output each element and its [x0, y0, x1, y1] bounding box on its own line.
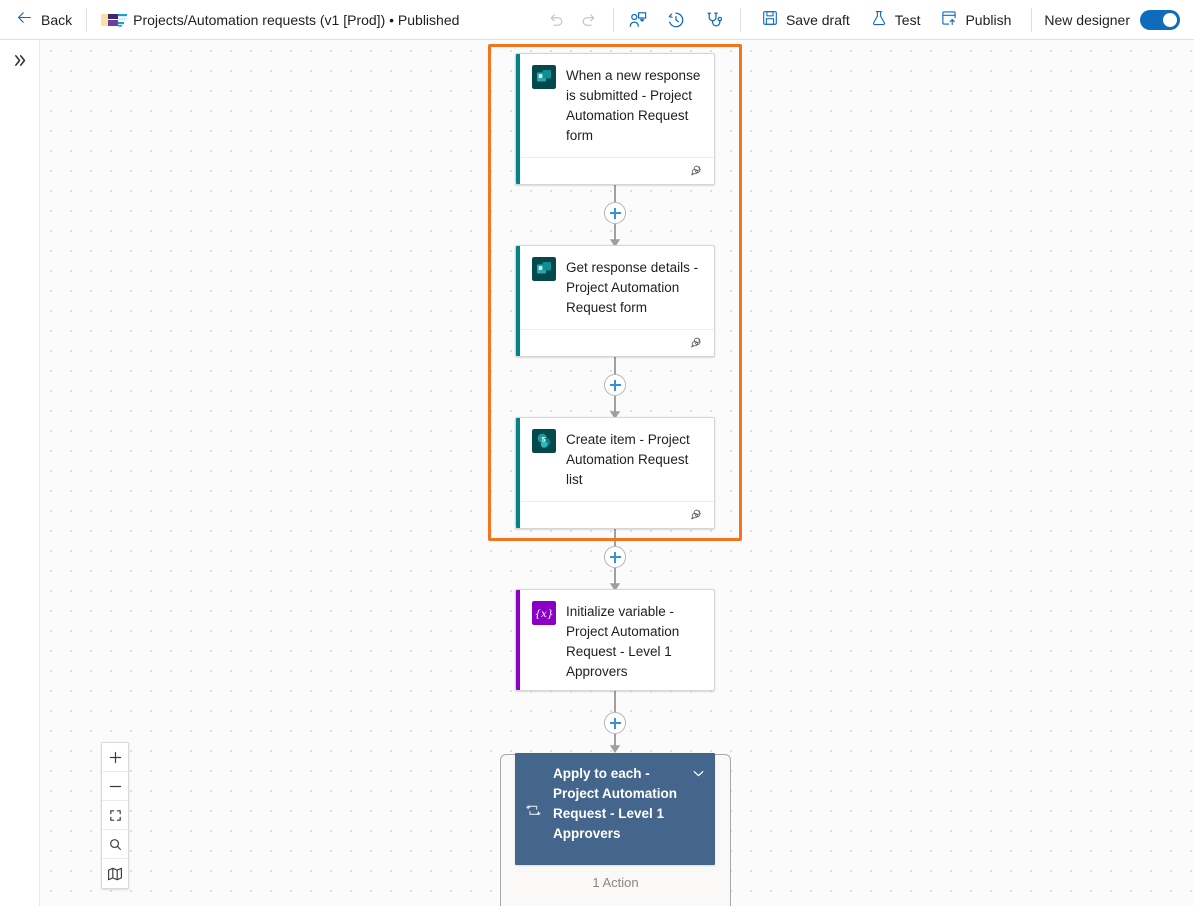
fit-screen-icon [109, 809, 121, 821]
publish-button[interactable]: Publish [930, 4, 1021, 36]
flow-canvas[interactable]: When a new response is submitted - Proje… [40, 40, 1194, 906]
back-button[interactable]: Back [0, 0, 86, 40]
toolbar-divider-2 [612, 7, 614, 32]
chevron-down-icon[interactable] [691, 766, 707, 786]
scope-action-count: 1 Action [592, 875, 639, 890]
save-icon [761, 9, 779, 30]
add-step-button-4[interactable] [604, 712, 626, 734]
back-arrow-icon [16, 9, 33, 31]
variable-icon: {x} [532, 601, 556, 625]
flow-title-text: Projects/Automation requests (v1 [Prod])… [133, 11, 460, 28]
back-button-label: Back [41, 11, 73, 28]
new-designer-label: New designer [1044, 11, 1130, 28]
sharepoint-icon: S [532, 429, 556, 453]
map-icon [108, 867, 122, 880]
publish-icon [940, 9, 958, 30]
flask-icon [870, 9, 888, 30]
microsoft-forms-icon [532, 65, 556, 89]
redo-icon [583, 14, 595, 26]
top-command-bar: Back Projects/Automation requests (v1 [P… [0, 0, 1194, 40]
node-footer [520, 157, 714, 184]
node-title: When a new response is submitted - Proje… [566, 68, 701, 143]
minus-icon [109, 785, 121, 787]
toggle-knob [1163, 12, 1177, 27]
minimap-button[interactable] [102, 859, 128, 888]
comment-icon[interactable] [689, 164, 704, 179]
node-title: Create item - Project Automation Request… [566, 432, 690, 487]
node-title: Initialize variable - Project Automation… [566, 604, 680, 679]
svg-text:S: S [541, 435, 546, 443]
undo-redo-group [541, 4, 605, 36]
plus-icon [109, 751, 121, 763]
node-footer [520, 501, 714, 528]
connector-arrow [609, 745, 621, 753]
assign-run-icon [629, 11, 647, 27]
test-button[interactable]: Test [860, 4, 931, 36]
assign-run-button[interactable] [622, 4, 654, 36]
fit-to-screen-button[interactable] [102, 801, 128, 830]
run-history-button[interactable] [660, 4, 692, 36]
flow-node-get-response-details[interactable]: Get response details - Project Automatio… [515, 245, 715, 357]
add-step-button-1[interactable] [604, 202, 626, 224]
zoom-out-button[interactable] [102, 772, 128, 801]
save-draft-label: Save draft [785, 11, 850, 28]
loop-icon [525, 802, 545, 824]
flow-node-initialize-variable[interactable]: {x} Initialize variable - Project Automa… [515, 589, 715, 691]
new-designer-toggle[interactable] [1140, 9, 1180, 30]
flow-type-icon [101, 13, 128, 27]
add-step-button-2[interactable] [604, 374, 626, 396]
undo-icon [551, 14, 563, 26]
comment-icon[interactable] [689, 336, 704, 351]
double-chevron-right-icon [14, 54, 25, 66]
microsoft-forms-icon [532, 257, 556, 281]
expand-panel-button[interactable] [0, 40, 40, 80]
toolbar-divider-3 [739, 7, 741, 32]
magnifier-icon [109, 838, 121, 850]
zoom-in-button[interactable] [102, 743, 128, 772]
add-step-button-3[interactable] [604, 546, 626, 568]
flow-title: Projects/Automation requests (v1 [Prod])… [87, 12, 459, 28]
save-draft-button[interactable]: Save draft [751, 4, 860, 36]
scope-title: Apply to each - Project Automation Reque… [553, 766, 678, 841]
flow-checker-button[interactable] [698, 4, 730, 36]
undo-button[interactable] [541, 4, 573, 36]
flow-tools-group [622, 4, 730, 36]
redo-button[interactable] [573, 4, 605, 36]
left-rail [0, 40, 40, 906]
svg-text:{x}: {x} [534, 608, 553, 620]
test-label: Test [894, 11, 921, 28]
node-footer [520, 329, 714, 356]
flow-node-create-item-sharepoint[interactable]: S Create item - Project Automation Reque… [515, 417, 715, 529]
zoom-search-button[interactable] [102, 830, 128, 859]
new-designer-toggle-group: New designer [1032, 9, 1194, 30]
node-title: Get response details - Project Automatio… [566, 260, 699, 315]
flow-node-apply-to-each[interactable]: Apply to each - Project Automation Reque… [515, 753, 715, 865]
run-history-icon [668, 12, 684, 27]
canvas-zoom-controls [101, 742, 129, 889]
publish-label: Publish [965, 11, 1012, 28]
comment-icon[interactable] [689, 508, 704, 523]
flow-checker-icon [707, 12, 723, 27]
flow-node-trigger-forms[interactable]: When a new response is submitted - Proje… [515, 53, 715, 185]
